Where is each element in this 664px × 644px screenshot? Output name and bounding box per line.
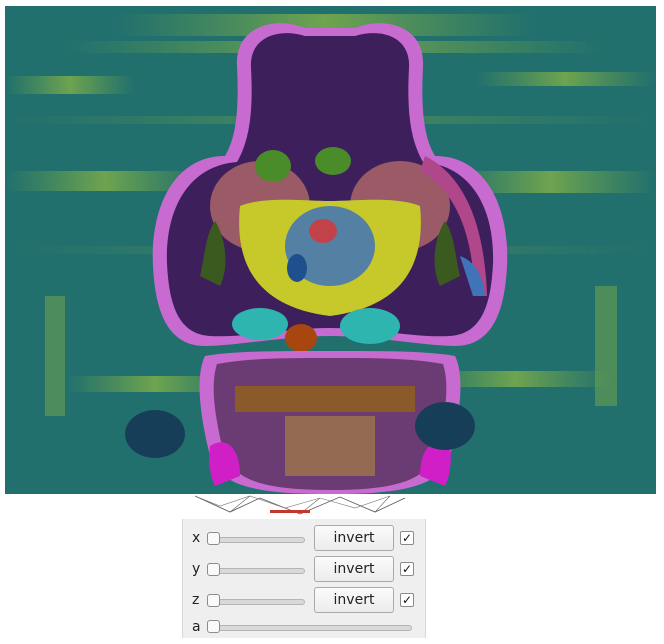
z-axis-label: z	[192, 592, 200, 608]
alpha-slider-handle[interactable]	[207, 620, 220, 633]
axis-control-panel: x invert ✓ y invert ✓ z invert ✓ a	[182, 519, 426, 638]
right-flocculus	[415, 402, 475, 450]
alpha-row: a	[183, 616, 425, 644]
alpha-label: a	[192, 619, 201, 635]
y-slider-handle[interactable]	[207, 563, 220, 576]
x-axis-label: x	[192, 530, 201, 546]
x-slider-handle[interactable]	[207, 532, 220, 545]
z-slider-track	[207, 599, 305, 605]
z-checkbox[interactable]: ✓	[400, 593, 414, 607]
y-invert-button[interactable]: invert	[314, 556, 394, 582]
left-flocculus	[125, 410, 185, 458]
right-hippocampus	[340, 308, 400, 344]
x-invert-button[interactable]: invert	[314, 525, 394, 551]
z-invert-button[interactable]: invert	[314, 587, 394, 613]
x-checkbox[interactable]: ✓	[400, 531, 414, 545]
y-checkbox[interactable]: ✓	[400, 562, 414, 576]
volume-viewport[interactable]	[5, 6, 656, 494]
brain-atlas-render	[5, 6, 656, 494]
midbrain	[235, 386, 415, 412]
x-slider-track	[207, 537, 305, 543]
y-axis-label: y	[192, 561, 201, 577]
y-axis-row: y invert ✓	[183, 556, 425, 584]
left-hippocampus	[232, 308, 288, 340]
mesh-wireframe	[194, 495, 406, 515]
y-slider[interactable]	[207, 563, 305, 576]
x-slider[interactable]	[207, 532, 305, 545]
y-slider-track	[207, 568, 305, 574]
alpha-slider[interactable]	[207, 620, 412, 633]
z-axis-row: z invert ✓	[183, 587, 425, 615]
alpha-slider-track	[207, 625, 412, 631]
z-slider[interactable]	[207, 594, 305, 607]
x-axis-row: x invert ✓	[183, 525, 425, 553]
z-slider-handle[interactable]	[207, 594, 220, 607]
